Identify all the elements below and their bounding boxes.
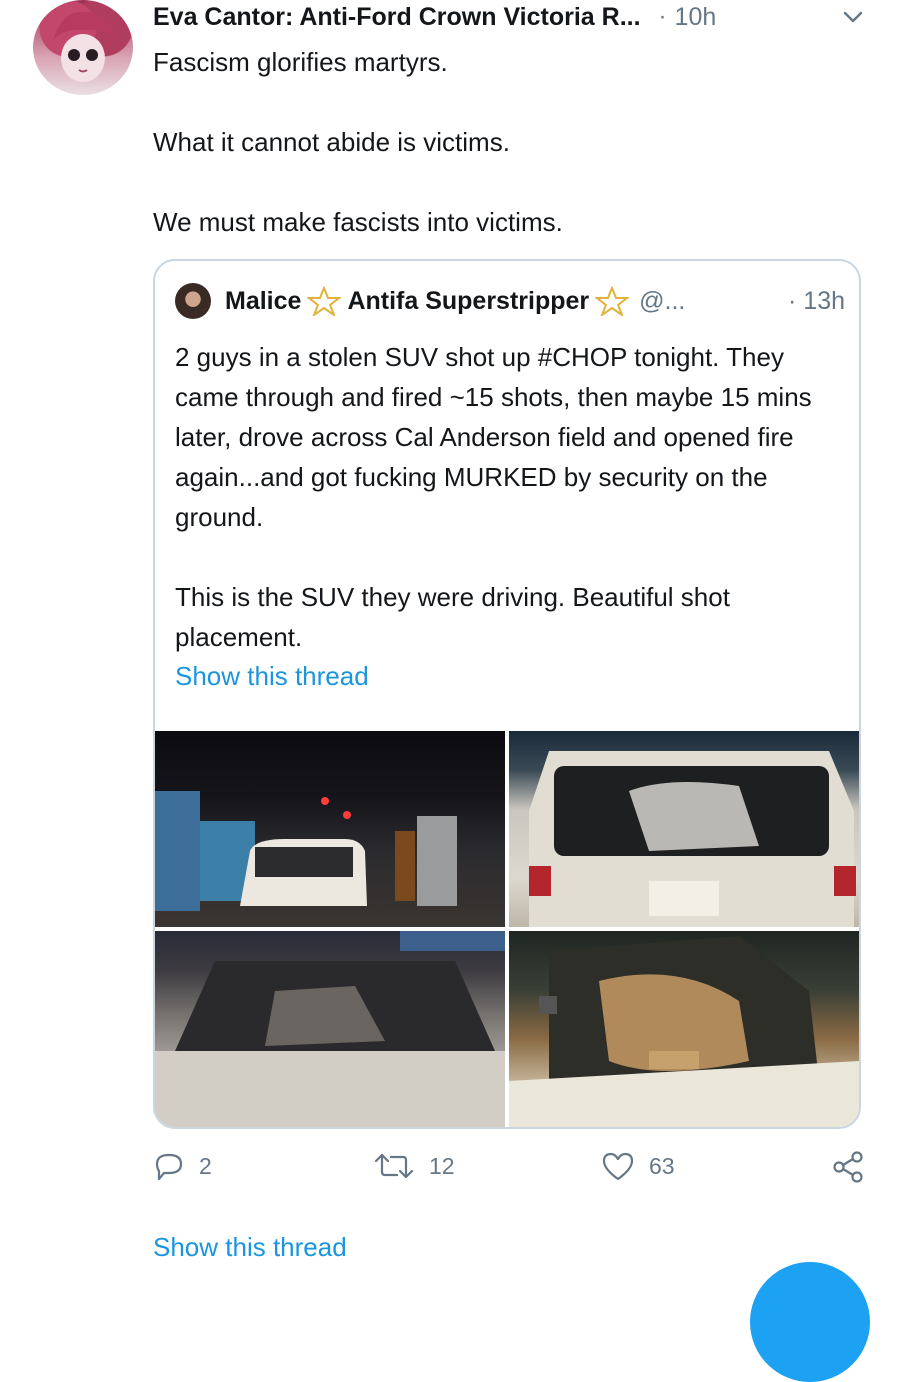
share-icon [833, 1151, 863, 1183]
photo-2-illustration [529, 751, 856, 927]
retweet-action[interactable]: 12 [373, 1150, 455, 1182]
quoted-author-handle[interactable]: @... [639, 287, 685, 316]
photo-grid [155, 731, 859, 1127]
tweet-actions: 2 12 63 [153, 1150, 868, 1190]
quoted-tweet[interactable]: Malice Antifa Superstripper @... · 13h 2… [153, 259, 861, 1129]
quoted-author-name-part2[interactable]: Antifa Superstripper [347, 287, 589, 316]
photo-3-illustration [155, 931, 505, 1127]
suv-rear-window-photo[interactable] [509, 731, 859, 927]
reply-count: 2 [199, 1152, 212, 1179]
suv-night-street-photo[interactable] [155, 731, 505, 927]
reply-action[interactable]: 2 [153, 1150, 212, 1182]
quoted-tweet-header: Malice Antifa Superstripper @... · 13h [225, 281, 845, 321]
quoted-author-name-part1[interactable]: Malice [225, 287, 301, 316]
avatar-illustration [53, 11, 115, 82]
quoted-tweet-time[interactable]: · 13h [788, 287, 845, 316]
author-name[interactable]: Eva Cantor: Anti-Ford Crown Victoria R..… [153, 3, 641, 32]
pentagram-icon [595, 286, 630, 316]
quoted-author-avatar[interactable] [175, 283, 211, 319]
reply-icon [155, 1153, 183, 1181]
tweet-text: Fascism glorifies martyrs. What it canno… [153, 47, 563, 237]
suv-windshield-photo[interactable] [155, 931, 505, 1127]
time-separator: · [658, 3, 667, 30]
heart-icon [602, 1152, 634, 1181]
photo-4-illustration [509, 936, 859, 1127]
pentagram-icon [307, 286, 342, 316]
chevron-down-icon[interactable] [838, 2, 868, 32]
share-action[interactable] [831, 1150, 879, 1184]
photo-1-illustration [155, 791, 457, 911]
like-action[interactable]: 63 [601, 1150, 675, 1182]
like-count: 63 [649, 1152, 675, 1179]
compose-tweet-button[interactable] [750, 1262, 870, 1382]
quoted-tweet-text: 2 guys in a stolen SUV shot up #CHOP ton… [175, 342, 812, 652]
show-thread-link[interactable]: Show this thread [153, 1232, 347, 1263]
tweet-header: Eva Cantor: Anti-Ford Crown Victoria R..… [153, 0, 878, 34]
suv-side-window-photo[interactable] [509, 931, 859, 1127]
retweet-icon [374, 1153, 414, 1179]
retweet-count: 12 [429, 1152, 455, 1179]
author-avatar[interactable] [33, 0, 133, 95]
quoted-show-thread-link[interactable]: Show this thread [175, 661, 369, 692]
tweet-time[interactable]: 10h [675, 3, 717, 32]
